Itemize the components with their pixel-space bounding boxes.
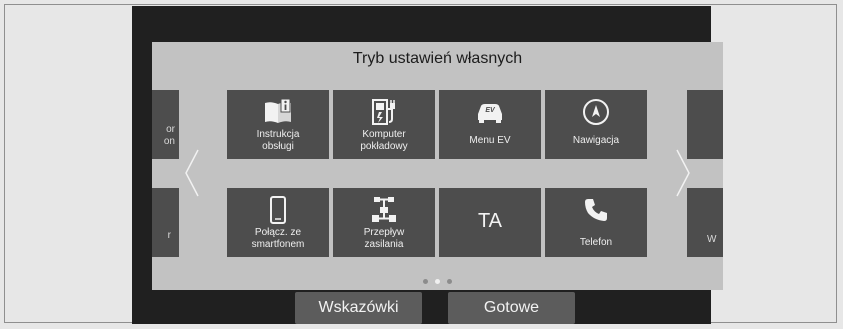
prev-page-arrow-icon[interactable] (184, 148, 200, 198)
tile-user-manual[interactable]: Instrukcja obsługi (227, 90, 329, 159)
page-indicator (417, 278, 461, 286)
page-dot (423, 279, 428, 284)
smartphone-icon (270, 196, 286, 224)
power-flow-icon (372, 197, 396, 222)
book-info-icon (265, 99, 291, 123)
partial-tile-left-top[interactable]: or on (152, 90, 179, 159)
tile-onboard-computer[interactable]: Komputer pokładowy (333, 90, 435, 159)
partial-tile-left-top-label: or on (163, 124, 175, 147)
menu-panel: Tryb ustawień własnych or on r W Instruk… (152, 42, 723, 290)
tile-onboard-computer-label: Komputer pokładowy (360, 129, 408, 152)
tile-smartphone-connection[interactable]: Połącz. ze smartfonem (227, 188, 329, 257)
partial-tile-right-bottom-label: W (707, 234, 717, 245)
phone-icon (585, 199, 607, 221)
tile-ev-menu-label: Menu EV (469, 135, 511, 146)
partial-tile-right-top[interactable] (687, 90, 723, 159)
tile-ta[interactable]: TA (439, 188, 541, 257)
display-screen: Tryb ustawień własnych or on r W Instruk… (132, 6, 723, 324)
menu-title: Tryb ustawień własnych (352, 50, 523, 67)
partial-tile-right-bottom[interactable]: W (687, 188, 723, 257)
partial-tile-left-bottom[interactable]: r (152, 188, 179, 257)
tile-smartphone-connection-label: Połącz. ze smartfonem (251, 227, 305, 250)
tile-navigation[interactable]: Nawigacja (545, 90, 647, 159)
ev-car-icon: EV (478, 104, 502, 123)
done-button[interactable]: Gotowe (448, 292, 575, 324)
tile-power-flow[interactable]: Przepływ zasilania (333, 188, 435, 257)
tile-ev-menu[interactable]: EV Menu EV (439, 90, 541, 159)
tile-navigation-label: Nawigacja (572, 135, 620, 146)
tile-user-manual-label: Instrukcja obsługi (256, 129, 300, 152)
partial-tile-left-bottom-label: r (167, 230, 171, 241)
tile-ta-label: TA (477, 210, 503, 232)
ev-charge-icon (372, 99, 395, 125)
next-page-arrow-icon[interactable] (675, 148, 691, 198)
hints-button[interactable]: Wskazówki (295, 292, 422, 324)
page-dot (447, 279, 452, 284)
tile-phone-label: Telefon (579, 237, 613, 248)
page-dot-active (435, 279, 440, 284)
tile-phone[interactable]: Telefon (545, 188, 647, 257)
tile-power-flow-label: Przepływ zasilania (363, 227, 405, 250)
compass-icon (583, 99, 609, 125)
svg-text:EV: EV (485, 107, 496, 114)
